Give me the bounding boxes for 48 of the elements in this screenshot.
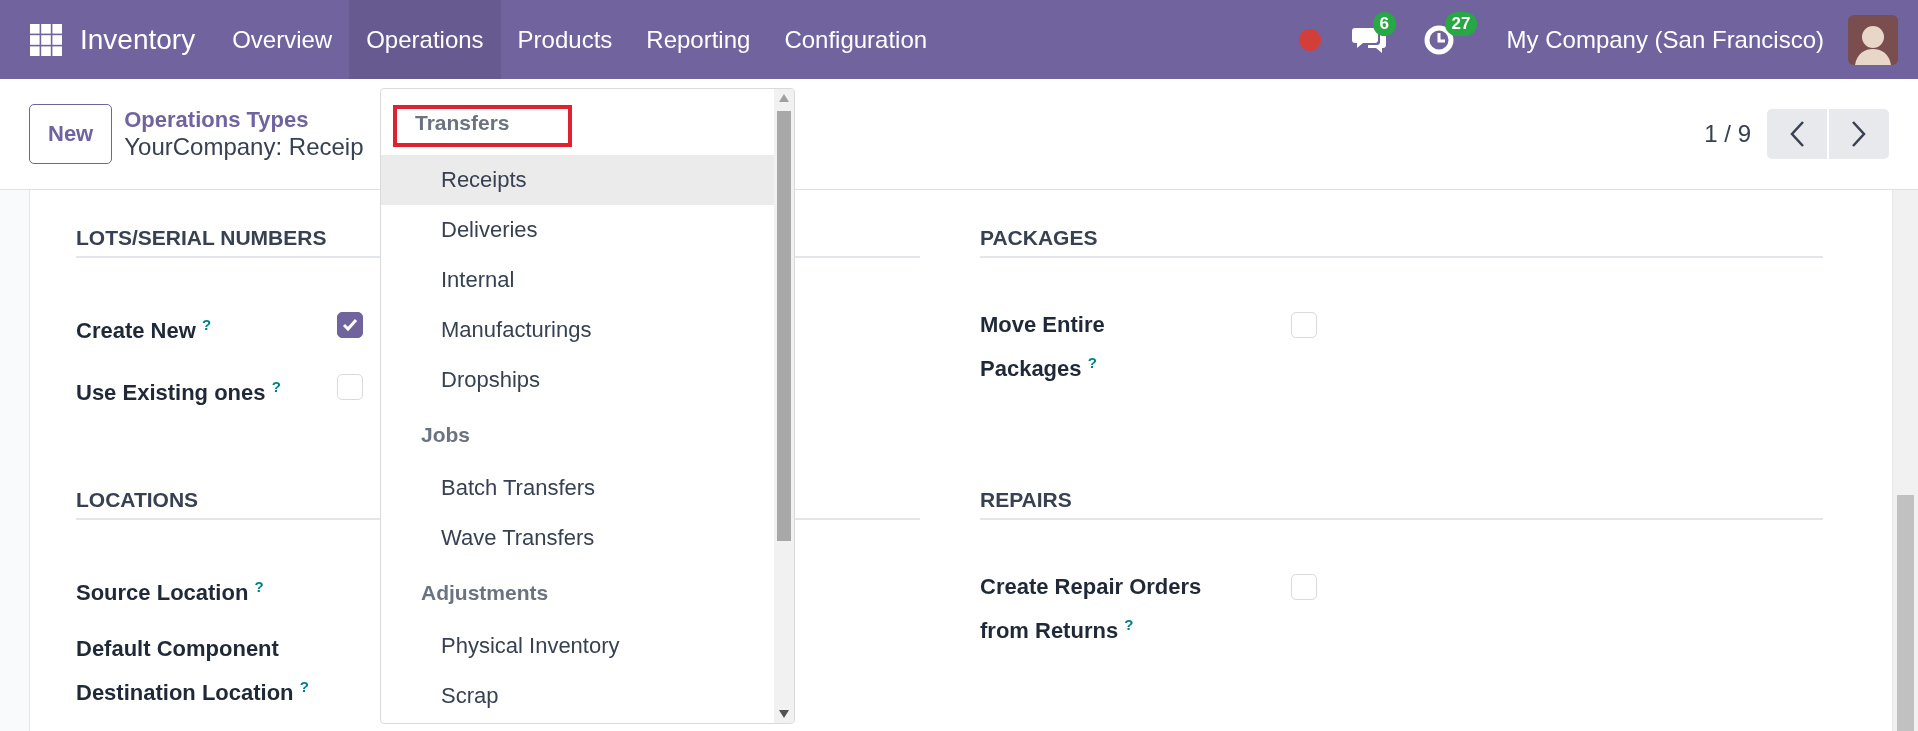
- dropdown-item[interactable]: Scrap: [381, 671, 776, 721]
- checkbox[interactable]: [337, 312, 363, 338]
- menu-item[interactable]: Products: [500, 0, 630, 79]
- menu-group-heading: Adjustments: [420, 580, 550, 606]
- help-tooltip[interactable]: ?: [254, 578, 264, 595]
- help-tooltip[interactable]: ?: [201, 316, 212, 333]
- help-tooltip[interactable]: ?: [1087, 354, 1097, 371]
- field-label: Create Repair Orders from Returns $^{?}$: [980, 573, 1203, 646]
- menu-item[interactable]: Reporting: [629, 0, 768, 79]
- menu-group-heading: Jobs: [420, 422, 471, 448]
- chevron-left-icon: [1789, 120, 1805, 148]
- section-heading: PACKAGES: [980, 226, 1823, 258]
- check-icon: [342, 318, 358, 332]
- pager-value[interactable]: 1 / 9: [1704, 120, 1751, 148]
- field-label: Use Existing ones $^{?}$: [76, 377, 282, 408]
- field-label: Default Component Destination Location $^{?}$: [76, 635, 310, 708]
- record-title: YourCompany: Receip: [124, 133, 364, 161]
- field-label: Source Location $^{?}$: [76, 577, 265, 608]
- field-label: Create New $^{?}$: [76, 315, 213, 346]
- help-tooltip[interactable]: ?: [271, 378, 281, 396]
- dropdown-item[interactable]: Internal: [381, 255, 776, 305]
- record-status-dot-icon[interactable]: [1298, 28, 1321, 51]
- user-avatar-icon[interactable]: [1848, 14, 1898, 65]
- count-badge: 6: [1372, 11, 1397, 36]
- help-tooltip[interactable]: ?: [1124, 616, 1134, 633]
- dropdown-item[interactable]: Physical Inventory: [381, 621, 776, 671]
- dropdown-scrollbar[interactable]: [774, 89, 794, 723]
- menu-item[interactable]: Configuration: [767, 0, 945, 79]
- next-button[interactable]: [1829, 109, 1889, 159]
- dropdown-item[interactable]: Receipts: [381, 155, 776, 205]
- previous-button[interactable]: [1767, 109, 1827, 159]
- dropdown-item[interactable]: Dropships: [381, 355, 776, 405]
- chevron-right-icon: [1851, 120, 1867, 148]
- new-button[interactable]: New: [29, 104, 113, 164]
- menu-item[interactable]: Operations: [349, 0, 501, 79]
- app-name[interactable]: Inventory: [80, 23, 196, 56]
- breadcrumb-link[interactable]: Operations Types: [124, 107, 364, 133]
- section-heading: REPAIRS: [980, 488, 1823, 520]
- menu-item[interactable]: Overview: [215, 0, 350, 79]
- company-switcher[interactable]: My Company (San Francisco): [1506, 25, 1824, 54]
- help-tooltip[interactable]: ?: [299, 678, 309, 696]
- field-label: Move Entire Packages $^{?}$: [980, 311, 1106, 384]
- count-badge: 27: [1444, 11, 1478, 36]
- app-grid-icon[interactable]: [30, 23, 62, 56]
- scrollbar[interactable]: [1893, 190, 1918, 731]
- dropdown-item[interactable]: Manufacturings: [381, 305, 776, 355]
- scroll-down-icon[interactable]: [778, 709, 790, 719]
- menu-group-heading: Transfers: [393, 105, 572, 147]
